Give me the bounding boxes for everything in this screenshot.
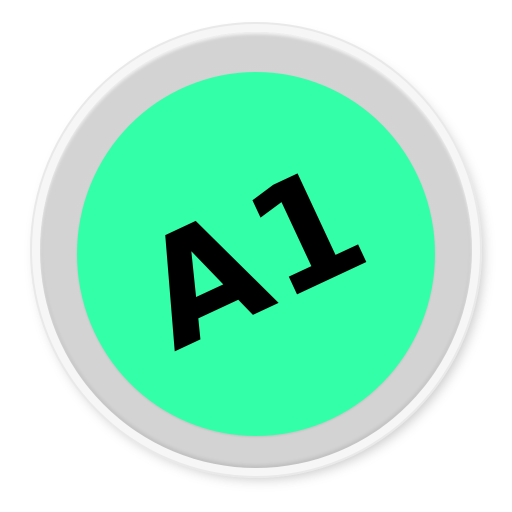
badge-green-disc: A1 [77, 72, 435, 436]
badge-icon: A1 [0, 0, 512, 512]
badge-label: A1 [115, 131, 393, 385]
